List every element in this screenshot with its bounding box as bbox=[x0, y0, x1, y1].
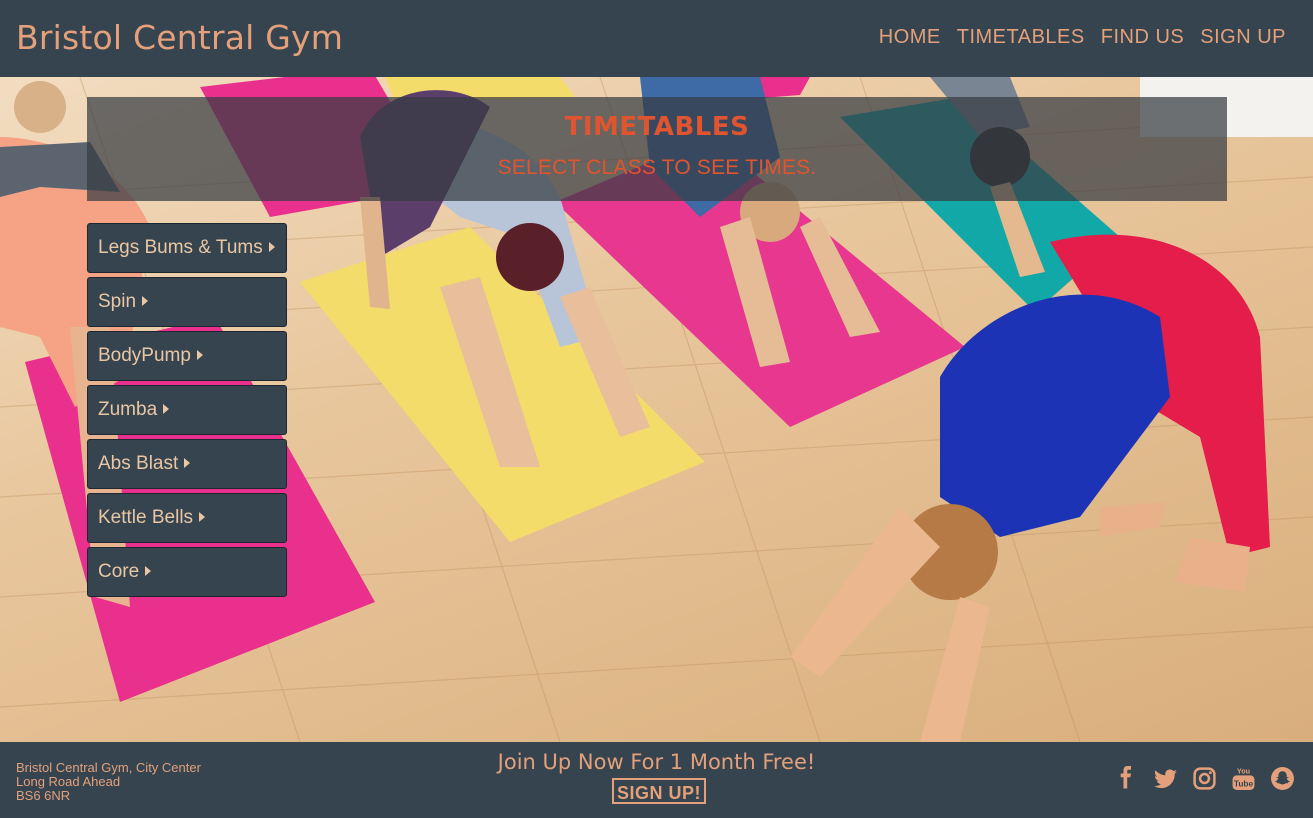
caret-right-icon bbox=[196, 350, 203, 360]
svg-text:Tube: Tube bbox=[1234, 778, 1254, 788]
site-footer: Bristol Central Gym, City Center Long Ro… bbox=[0, 742, 1313, 818]
class-label: Core bbox=[98, 561, 140, 582]
site-header: Bristol Central Gym HOME TIMETABLES FIND… bbox=[0, 0, 1313, 77]
nav-timetables-link[interactable]: TIMETABLES bbox=[957, 22, 1085, 52]
twitter-icon[interactable] bbox=[1153, 766, 1178, 791]
class-label: Zumba bbox=[98, 399, 158, 420]
caret-right-icon bbox=[184, 458, 191, 468]
hero-section: TIMETABLES SELECT CLASS TO SEE TIMES. Le… bbox=[0, 77, 1313, 742]
signup-button[interactable]: SIGN UP! bbox=[612, 778, 707, 804]
caret-right-icon bbox=[163, 404, 170, 414]
timetables-banner: TIMETABLES SELECT CLASS TO SEE TIMES. bbox=[87, 97, 1227, 201]
address-line: Long Road Ahead bbox=[16, 774, 121, 789]
class-button-kettle-bells[interactable]: Kettle Bells bbox=[87, 493, 287, 543]
svg-text:You: You bbox=[1237, 766, 1250, 775]
class-label: Kettle Bells bbox=[98, 507, 194, 528]
footer-address: Bristol Central Gym, City Center Long Ro… bbox=[16, 761, 201, 803]
instagram-icon[interactable] bbox=[1192, 766, 1217, 791]
class-button-spin[interactable]: Spin bbox=[87, 277, 287, 327]
main-nav: HOME TIMETABLES FIND US SIGN UP bbox=[879, 22, 1286, 52]
nav-home-link[interactable]: HOME bbox=[879, 22, 941, 52]
caret-right-icon bbox=[145, 566, 152, 576]
site-logo-text[interactable]: Bristol Central Gym bbox=[16, 16, 343, 60]
youtube-icon[interactable]: You Tube bbox=[1231, 766, 1256, 791]
facebook-icon[interactable] bbox=[1114, 766, 1139, 791]
address-line: Bristol Central Gym, City Center bbox=[16, 760, 201, 775]
caret-right-icon bbox=[268, 242, 275, 252]
banner-subtitle: SELECT CLASS TO SEE TIMES. bbox=[497, 156, 817, 179]
class-button-core[interactable]: Core bbox=[87, 547, 287, 597]
class-label: Legs Bums & Tums bbox=[98, 237, 263, 258]
class-label: Abs Blast bbox=[98, 453, 179, 474]
class-button-bodypump[interactable]: BodyPump bbox=[87, 331, 287, 381]
address-line: BS6 6NR bbox=[16, 788, 71, 803]
class-list: Legs Bums & Tums Spin BodyPump Zumba Abs… bbox=[87, 223, 287, 601]
nav-find-us-link[interactable]: FIND US bbox=[1101, 22, 1185, 52]
class-label: Spin bbox=[98, 291, 137, 312]
class-button-zumba[interactable]: Zumba bbox=[87, 385, 287, 435]
social-links: You Tube bbox=[1114, 766, 1295, 791]
caret-right-icon bbox=[142, 296, 149, 306]
promo-text: Join Up Now For 1 Month Free! bbox=[497, 750, 816, 774]
class-button-abs-blast[interactable]: Abs Blast bbox=[87, 439, 287, 489]
banner-title: TIMETABLES bbox=[564, 112, 750, 142]
class-button-legs-bums-tums[interactable]: Legs Bums & Tums bbox=[87, 223, 287, 273]
snapchat-icon[interactable] bbox=[1270, 766, 1295, 791]
caret-right-icon bbox=[199, 512, 206, 522]
class-label: BodyPump bbox=[98, 345, 191, 366]
nav-sign-up-link[interactable]: SIGN UP bbox=[1200, 22, 1286, 52]
